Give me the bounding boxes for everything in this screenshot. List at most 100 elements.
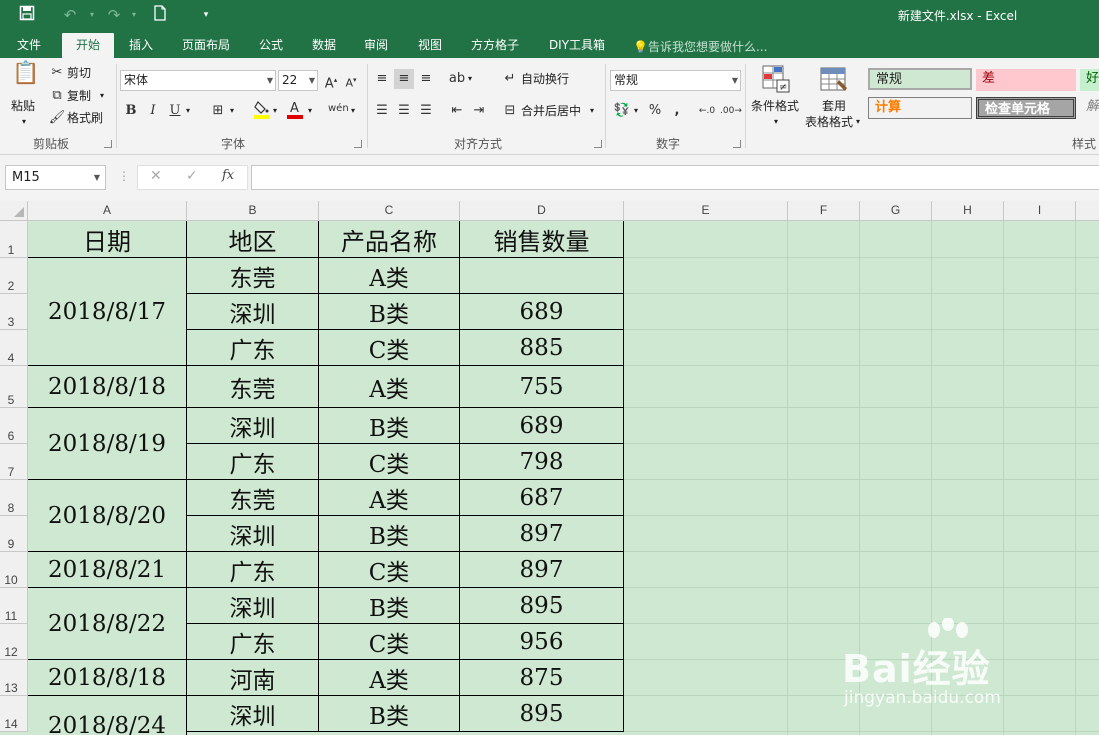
cell-c3[interactable]: B类 bbox=[319, 294, 460, 330]
insert-function-button[interactable]: fx bbox=[222, 168, 234, 183]
cell-c7[interactable]: C类 bbox=[319, 444, 460, 480]
font-launcher-icon[interactable] bbox=[354, 140, 362, 148]
merge-dropdown-icon[interactable]: ▾ bbox=[590, 101, 594, 121]
wrap-text-button[interactable]: 自动换行 bbox=[521, 69, 569, 89]
format-as-table-icon[interactable] bbox=[818, 64, 850, 96]
cell-b13[interactable]: 河南 bbox=[187, 660, 319, 696]
cell-d8[interactable]: 687 bbox=[460, 480, 624, 516]
cell-c12[interactable]: C类 bbox=[319, 624, 460, 660]
cell-d12[interactable]: 956 bbox=[460, 624, 624, 660]
row-header-10[interactable]: 10 bbox=[0, 552, 28, 588]
cell-c11[interactable]: B类 bbox=[319, 588, 460, 624]
cut-button[interactable]: 剪切 bbox=[67, 63, 91, 83]
style-calculation[interactable]: 计算 bbox=[868, 97, 972, 119]
cell-a5[interactable]: 2018/8/18 bbox=[28, 366, 187, 408]
paste-dropdown-icon[interactable]: ▾ bbox=[22, 112, 26, 132]
name-box[interactable]: M15 ▼ bbox=[5, 165, 106, 190]
cell-c14[interactable]: B类 bbox=[319, 696, 460, 732]
cancel-icon[interactable]: ✕ bbox=[150, 168, 162, 184]
column-header-g[interactable]: G bbox=[860, 201, 932, 221]
cell-b4[interactable]: 广东 bbox=[187, 330, 319, 366]
row-header-3[interactable]: 3 bbox=[0, 294, 28, 330]
increase-indent-icon[interactable]: ⇥ bbox=[469, 101, 489, 121]
formula-input[interactable] bbox=[251, 165, 1099, 190]
cell-d6[interactable]: 689 bbox=[460, 408, 624, 444]
style-check-cell[interactable]: 检查单元格 bbox=[976, 97, 1076, 119]
borders-dropdown-icon[interactable]: ▾ bbox=[230, 101, 234, 121]
column-header-partial[interactable] bbox=[1076, 201, 1099, 221]
cell-a10[interactable]: 2018/8/21 bbox=[28, 552, 187, 588]
row-header-11[interactable]: 11 bbox=[0, 588, 28, 624]
column-header-a[interactable]: A bbox=[28, 201, 187, 221]
undo-dropdown-icon[interactable]: ▾ bbox=[82, 5, 102, 25]
font-color-dropdown-icon[interactable]: ▾ bbox=[308, 101, 312, 121]
underline-dropdown-icon[interactable]: ▾ bbox=[186, 101, 190, 121]
cell-d7[interactable]: 798 bbox=[460, 444, 624, 480]
cell-d4[interactable]: 885 bbox=[460, 330, 624, 366]
fill-color-icon[interactable] bbox=[252, 99, 272, 119]
tab-data[interactable]: 数据 bbox=[302, 33, 346, 58]
cell-d5[interactable]: 755 bbox=[460, 366, 624, 408]
row-header-9[interactable]: 9 bbox=[0, 516, 28, 552]
cell-c5[interactable]: A类 bbox=[319, 366, 460, 408]
redo-icon[interactable]: ↷ bbox=[104, 5, 124, 25]
cell-b5[interactable]: 东莞 bbox=[187, 366, 319, 408]
cut-icon[interactable]: ✂ bbox=[47, 63, 67, 83]
cell-c10[interactable]: C类 bbox=[319, 552, 460, 588]
clipboard-launcher-icon[interactable] bbox=[104, 140, 112, 148]
style-good[interactable]: 好 bbox=[1080, 69, 1099, 91]
cell-a1[interactable]: 日期 bbox=[28, 221, 187, 258]
cell-d13[interactable]: 875 bbox=[460, 660, 624, 696]
font-color-icon[interactable]: A bbox=[285, 99, 305, 119]
borders-icon[interactable]: ⊞ bbox=[208, 101, 228, 121]
tab-view[interactable]: 视图 bbox=[408, 33, 452, 58]
phonetic-dropdown-icon[interactable]: ▾ bbox=[351, 101, 355, 121]
column-header-d[interactable]: D bbox=[460, 201, 624, 221]
comma-button[interactable]: , bbox=[667, 101, 687, 121]
cell-c2[interactable]: A类 bbox=[319, 258, 460, 294]
number-format-select[interactable]: 常规 ▼ bbox=[610, 70, 741, 91]
tab-home[interactable]: 开始 bbox=[62, 33, 114, 58]
save-icon[interactable] bbox=[17, 5, 37, 25]
format-painter-button[interactable]: 格式刷 bbox=[67, 108, 103, 128]
cell-d1[interactable]: 销售数量 bbox=[460, 221, 624, 258]
cell-b8[interactable]: 东莞 bbox=[187, 480, 319, 516]
tab-page-layout[interactable]: 页面布局 bbox=[170, 33, 242, 58]
cell-c6[interactable]: B类 bbox=[319, 408, 460, 444]
select-all-button[interactable] bbox=[0, 201, 28, 221]
bold-button[interactable]: B bbox=[121, 101, 141, 121]
cell-a6-merged[interactable]: 2018/8/19 bbox=[28, 408, 187, 480]
cell-c1[interactable]: 产品名称 bbox=[319, 221, 460, 258]
orientation-dropdown-icon[interactable]: ▾ bbox=[468, 69, 472, 89]
tab-review[interactable]: 审阅 bbox=[354, 33, 398, 58]
cell-d14[interactable]: 895 bbox=[460, 696, 624, 732]
tab-diy-toolbox[interactable]: DIY工具箱 bbox=[540, 33, 614, 58]
style-bad[interactable]: 差 bbox=[976, 69, 1076, 91]
cell-b3[interactable]: 深圳 bbox=[187, 294, 319, 330]
font-size-select[interactable]: 22 ▼ bbox=[278, 70, 318, 91]
tab-insert[interactable]: 插入 bbox=[118, 33, 164, 58]
row-header-2[interactable]: 2 bbox=[0, 258, 28, 294]
row-header-5[interactable]: 5 bbox=[0, 366, 28, 408]
format-as-table-dropdown-icon[interactable]: ▾ bbox=[856, 112, 860, 132]
cell-d2[interactable] bbox=[460, 258, 624, 294]
style-explanatory[interactable]: 解 bbox=[1080, 97, 1099, 119]
column-header-f[interactable]: F bbox=[788, 201, 860, 221]
alignment-launcher-icon[interactable] bbox=[594, 140, 602, 148]
italic-button[interactable]: I bbox=[143, 101, 163, 121]
format-as-table-button[interactable]: 表格格式 bbox=[805, 112, 853, 132]
format-painter-icon[interactable]: 🖌 bbox=[47, 108, 67, 128]
merge-center-button[interactable]: 合并后居中 bbox=[521, 101, 581, 121]
row-header-12[interactable]: 12 bbox=[0, 624, 28, 660]
style-normal[interactable]: 常规 bbox=[868, 68, 972, 90]
decrease-font-icon[interactable]: A▾ bbox=[341, 70, 361, 90]
currency-dropdown-icon[interactable]: ▾ bbox=[634, 101, 638, 121]
cell-b7[interactable]: 广东 bbox=[187, 444, 319, 480]
align-right-icon[interactable]: ☰ bbox=[416, 101, 436, 121]
cell-b9[interactable]: 深圳 bbox=[187, 516, 319, 552]
cell-b6[interactable]: 深圳 bbox=[187, 408, 319, 444]
cell-b14[interactable]: 深圳 bbox=[187, 696, 319, 732]
row-header-4[interactable]: 4 bbox=[0, 330, 28, 366]
cell-c9[interactable]: B类 bbox=[319, 516, 460, 552]
row-header-6[interactable]: 6 bbox=[0, 408, 28, 444]
